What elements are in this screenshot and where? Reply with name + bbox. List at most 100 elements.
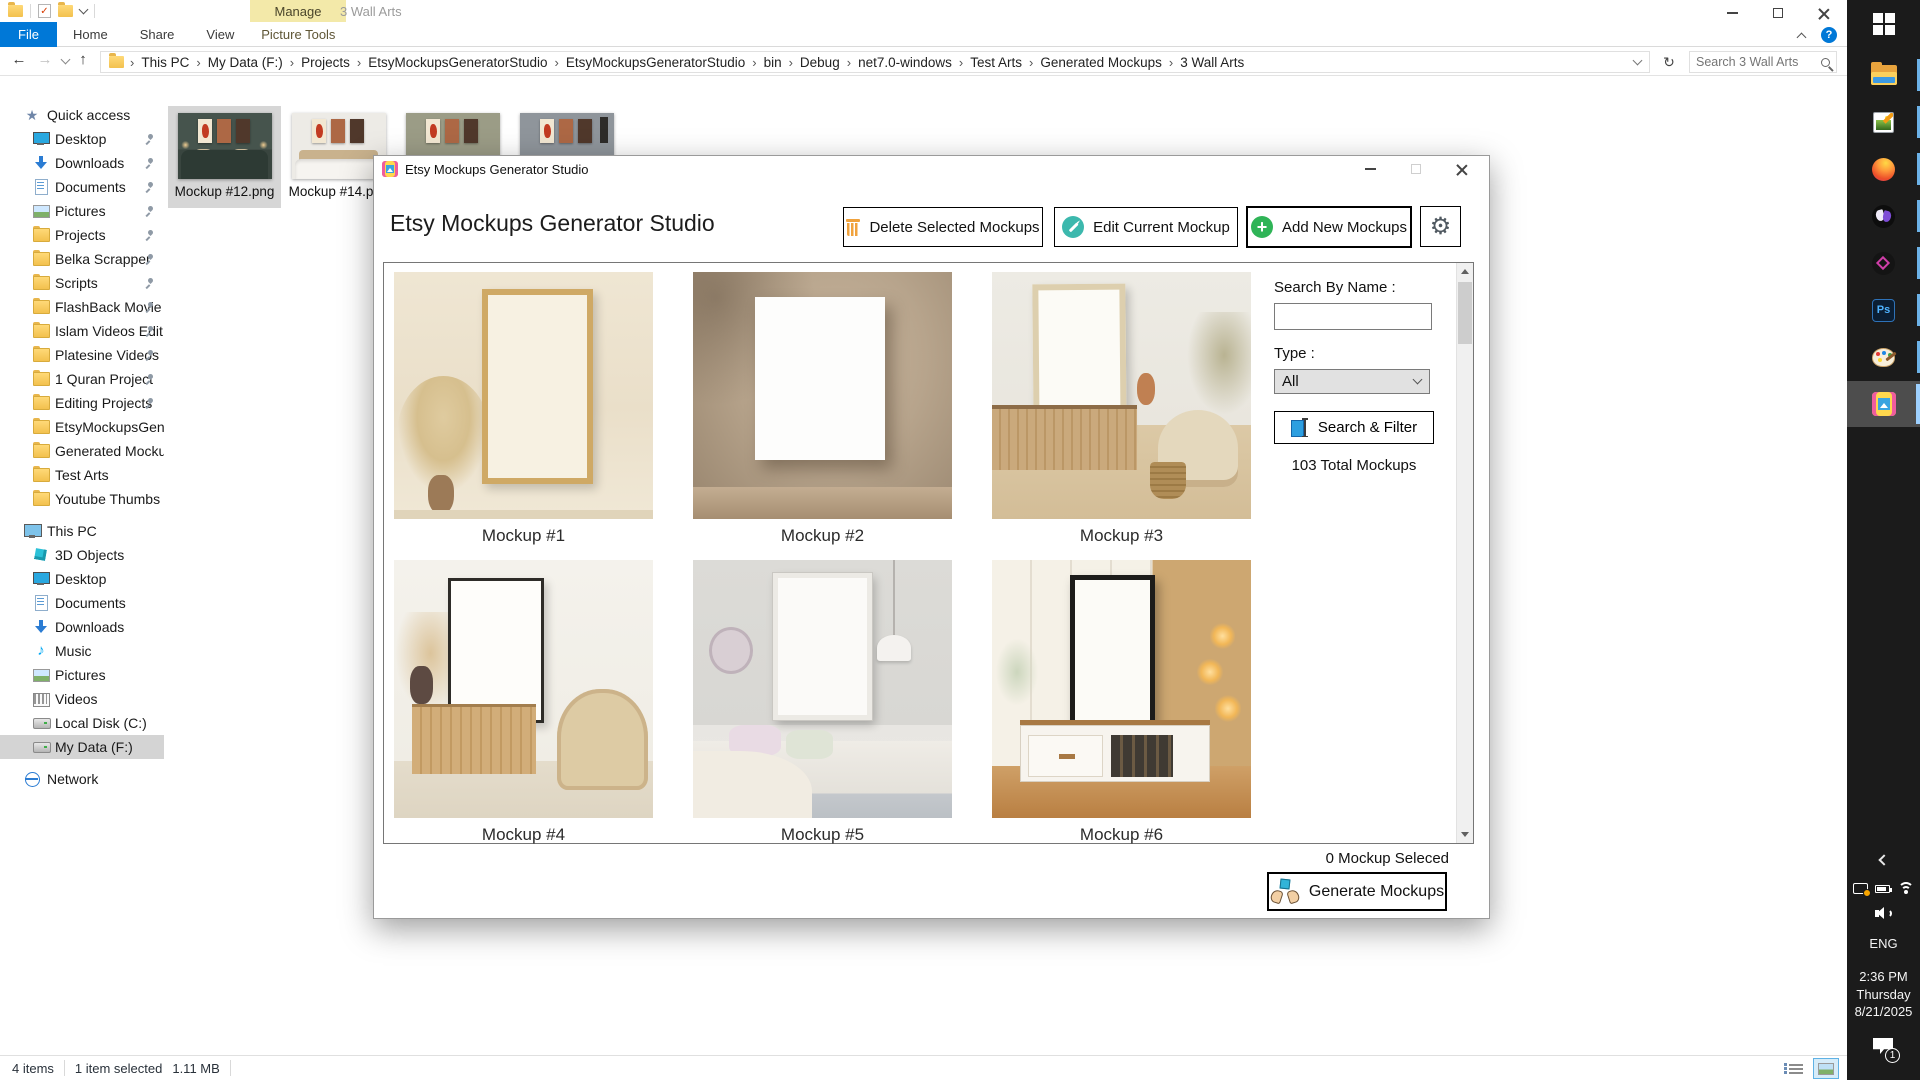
- address-bar[interactable]: › This PC › My Data (F:) › Projects › Et…: [100, 51, 1650, 73]
- breadcrumb-item[interactable]: Debug: [795, 55, 845, 70]
- edit-current-mockup-button[interactable]: Edit Current Mockup: [1054, 207, 1238, 247]
- scene-light: [1215, 694, 1241, 722]
- mockup-tile-6[interactable]: Mockup #6: [992, 560, 1251, 845]
- breadcrumb-item[interactable]: net7.0-windows: [853, 55, 957, 70]
- type-select[interactable]: All: [1274, 369, 1430, 394]
- breadcrumb-item[interactable]: Test Arts: [965, 55, 1027, 70]
- image-editor-icon: [1873, 112, 1894, 133]
- taskbar-app-hexagon[interactable]: [1847, 240, 1920, 286]
- thumb-art-mark: [544, 124, 551, 139]
- breadcrumb-item[interactable]: EtsyMockupsGeneratorStudio: [561, 55, 750, 70]
- qat-customize-chevron-icon[interactable]: [79, 5, 89, 15]
- scene-vase: [1137, 373, 1155, 405]
- search-and-filter-button[interactable]: Search & Filter: [1274, 411, 1434, 444]
- start-button[interactable]: [1847, 4, 1920, 44]
- mockup-label: Mockup #4: [394, 825, 653, 845]
- qat-check-icon[interactable]: ✓: [38, 4, 51, 18]
- battery-icon[interactable]: [1875, 885, 1890, 893]
- mockup-tile-2[interactable]: Mockup #2: [693, 272, 952, 546]
- scrollbar-thumb[interactable]: [1458, 282, 1472, 344]
- qat-folder-icon[interactable]: [58, 5, 73, 17]
- mockup-image: [693, 560, 952, 818]
- file-mockup-12[interactable]: Mockup #12.png: [168, 106, 281, 208]
- wifi-icon[interactable]: [1897, 882, 1915, 895]
- forward-icon[interactable]: →: [34, 51, 56, 68]
- app-close-button[interactable]: [1439, 156, 1485, 182]
- details-view-icon: [1789, 1064, 1803, 1074]
- tab-home[interactable]: Home: [57, 22, 124, 47]
- explorer-search-input[interactable]: [1696, 55, 1817, 69]
- mockup-tile-5[interactable]: Mockup #5: [693, 560, 952, 845]
- breadcrumb-item[interactable]: EtsyMockupsGeneratorStudio: [363, 55, 552, 70]
- tab-share[interactable]: Share: [124, 22, 191, 47]
- thumb-art-frame: [540, 119, 554, 143]
- mockup-tile-4[interactable]: Mockup #4: [394, 560, 653, 845]
- app-maximize-button[interactable]: [1393, 156, 1439, 182]
- breadcrumb-item[interactable]: 3 Wall Arts: [1175, 55, 1249, 70]
- breadcrumb-item[interactable]: This PC: [136, 55, 194, 70]
- help-icon[interactable]: ?: [1821, 27, 1837, 43]
- file-explorer-icon: [1871, 65, 1897, 85]
- delete-selected-mockups-button[interactable]: Delete Selected Mockups: [843, 207, 1043, 247]
- settings-button[interactable]: ⚙: [1420, 206, 1461, 247]
- crumb-separator: ›: [355, 55, 363, 70]
- add-plus-icon: +: [1251, 216, 1273, 238]
- taskbar-firefox[interactable]: [1847, 146, 1920, 192]
- clock-time[interactable]: 2:36 PM: [1847, 969, 1920, 984]
- button-label: Search & Filter: [1318, 419, 1417, 436]
- thumb-bed: [181, 150, 267, 179]
- taskbar-etsy-mockups-studio[interactable]: [1847, 381, 1920, 427]
- tab-view[interactable]: View: [190, 22, 250, 47]
- mockup-tile-3[interactable]: Mockup #3: [992, 272, 1251, 546]
- speaker-icon[interactable]: [1875, 907, 1893, 920]
- grid-scrollbar[interactable]: [1456, 263, 1473, 843]
- manage-contextual-tab[interactable]: Manage: [250, 0, 346, 22]
- breadcrumb-item[interactable]: Projects: [296, 55, 355, 70]
- thumb-art-frame: [445, 119, 459, 143]
- recent-locations-chevron-icon[interactable]: [61, 55, 71, 65]
- refresh-icon[interactable]: ↻: [1656, 51, 1682, 73]
- taskbar-paint[interactable]: [1847, 334, 1920, 380]
- selected-count-label: 0 Mockup Seleced: [1326, 850, 1449, 867]
- taskbar-photoshop[interactable]: Ps: [1847, 287, 1920, 333]
- language-indicator[interactable]: ENG: [1847, 936, 1920, 951]
- clock-date[interactable]: 8/21/2025: [1847, 1004, 1920, 1019]
- app-minimize-button[interactable]: [1347, 156, 1393, 182]
- scroll-down-icon[interactable]: [1457, 826, 1473, 843]
- taskbar-app-dark-purple[interactable]: [1847, 193, 1920, 239]
- generate-mockups-button[interactable]: Generate Mockups: [1267, 872, 1447, 911]
- thumb-art-mark: [316, 124, 323, 139]
- address-dropdown-chevron-icon[interactable]: [1633, 56, 1643, 66]
- clock-day[interactable]: Thursday: [1847, 987, 1920, 1002]
- app-titlebar[interactable]: Etsy Mockups Generator Studio: [374, 156, 1489, 182]
- taskbar-file-explorer[interactable]: [1847, 52, 1920, 98]
- up-icon[interactable]: ↑: [72, 51, 94, 68]
- search-icon[interactable]: [1821, 58, 1830, 67]
- mockup-search-input[interactable]: [1274, 303, 1432, 330]
- tab-picture-tools[interactable]: Picture Tools: [250, 22, 346, 47]
- thumb-art-frame: [236, 119, 250, 143]
- scene-sideboard: [992, 405, 1137, 469]
- mockup-image: [693, 272, 952, 519]
- status-items-count: 4 items: [12, 1061, 54, 1076]
- breadcrumb-item[interactable]: Generated Mockups: [1035, 55, 1167, 70]
- display-notification-icon[interactable]: [1853, 883, 1868, 894]
- breadcrumb-item[interactable]: bin: [759, 55, 787, 70]
- chevron-left-icon: [1878, 854, 1889, 865]
- details-view-button[interactable]: [1783, 1058, 1809, 1079]
- taskbar-image-editor[interactable]: [1847, 99, 1920, 145]
- show-hidden-icons-chevron[interactable]: [1847, 856, 1920, 864]
- thumbnail-view-button[interactable]: [1813, 1058, 1839, 1079]
- breadcrumb-item[interactable]: My Data (F:): [203, 55, 288, 70]
- expand-ribbon-icon[interactable]: [1797, 32, 1807, 42]
- status-bar: 4 items 1 item selected 1.11 MB: [0, 1055, 1847, 1080]
- quick-access-toolbar: ✓: [8, 4, 95, 18]
- scroll-up-icon[interactable]: [1457, 263, 1473, 280]
- tab-file[interactable]: File: [0, 22, 57, 47]
- thumb-art-mark: [202, 124, 209, 139]
- scene-plant: [1184, 312, 1251, 421]
- mockup-tile-1[interactable]: Mockup #1: [394, 272, 653, 546]
- scene-frame: [482, 289, 593, 484]
- add-new-mockups-button[interactable]: + Add New Mockups: [1246, 206, 1412, 248]
- back-icon[interactable]: ←: [8, 51, 30, 68]
